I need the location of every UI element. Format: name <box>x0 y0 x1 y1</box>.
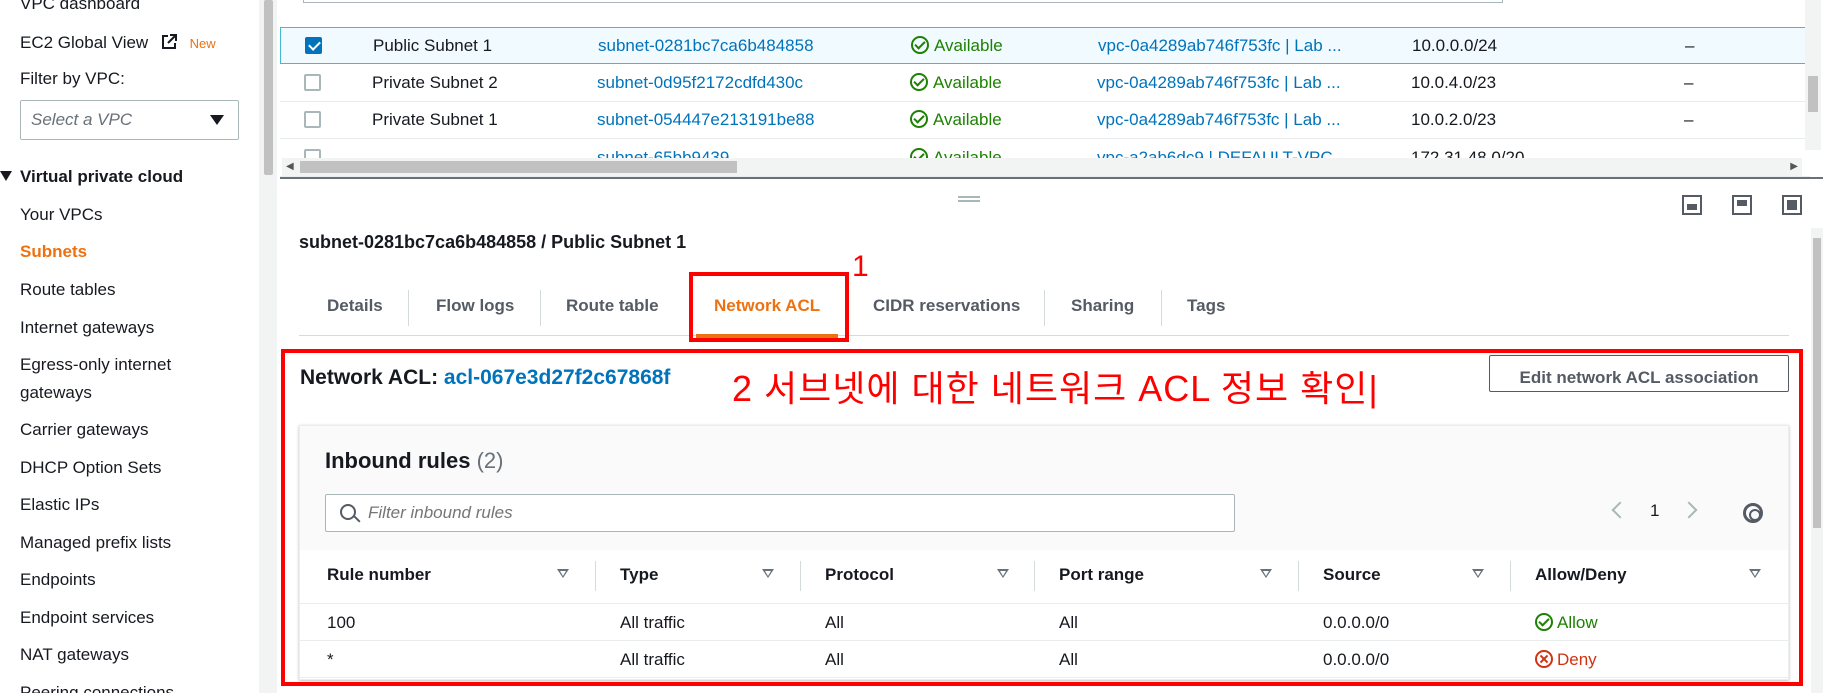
filter-by-vpc-label: Filter by VPC: <box>20 69 125 88</box>
vpc-link[interactable]: vpc-0a4289ab746f753fc | Lab ... <box>1097 73 1341 93</box>
vpc-link[interactable]: vpc-0a4289ab746f753fc | Lab ... <box>1098 36 1342 56</box>
sidebar: VPC dashboard EC2 Global View New Filter… <box>0 0 259 693</box>
ipv6-cidr: – <box>1684 73 1694 92</box>
state-label: Available <box>933 110 1002 129</box>
state-label: Available <box>934 36 1003 55</box>
check-circle-icon <box>910 110 928 128</box>
sidebar-item-egress-only-internet-gateways-line2[interactable]: gateways <box>20 383 92 403</box>
panel-full-icon[interactable] <box>1782 195 1802 215</box>
row-checkbox[interactable] <box>304 74 321 91</box>
sidebar-item-managed-prefix-lists[interactable]: Managed prefix lists <box>20 533 171 553</box>
sidebar-item-subnets[interactable]: Subnets <box>20 242 87 262</box>
sidebar-item-carrier-gateways[interactable]: Carrier gateways <box>20 420 149 440</box>
subnet-id-link[interactable]: subnet-0281bc7ca6b484858 <box>598 36 814 56</box>
table-vertical-scroll-thumb[interactable] <box>1808 76 1818 112</box>
tab-sharing[interactable]: Sharing <box>1071 280 1134 336</box>
table-row[interactable]: Private Subnet 2 subnet-0d95f2172cdfd430… <box>280 65 1810 102</box>
subnet-name: Private Subnet 1 <box>372 110 498 129</box>
sidebar-item-elastic-ips[interactable]: Elastic IPs <box>20 495 99 515</box>
tab-separator <box>408 290 409 326</box>
sidebar-scroll-thumb[interactable] <box>264 0 273 175</box>
sidebar-item-internet-gateways[interactable]: Internet gateways <box>20 318 154 338</box>
panel-bottom-fill <box>1687 204 1697 210</box>
scroll-right-icon[interactable]: ▶ <box>1790 161 1798 172</box>
state-label: Available <box>933 73 1002 92</box>
caret-down-icon <box>210 115 224 125</box>
tab-flow-logs[interactable]: Flow logs <box>436 280 514 336</box>
tab-separator <box>1161 290 1162 326</box>
row-checkbox[interactable] <box>304 111 321 128</box>
section-virtual-private-cloud[interactable]: Virtual private cloud <box>0 167 183 187</box>
tab-cidr-reservations[interactable]: CIDR reservations <box>873 280 1020 336</box>
sidebar-item-label: EC2 Global View <box>20 33 149 52</box>
table-horizontal-scrollbar[interactable]: ◀ ▶ <box>282 158 1802 176</box>
detail-scrollbar[interactable] <box>1811 228 1823 693</box>
tab-details[interactable]: Details <box>327 280 383 336</box>
new-badge: New <box>189 36 216 51</box>
table-row[interactable]: Public Subnet 1 subnet-0281bc7ca6b484858… <box>280 27 1810 64</box>
panel-side-icon[interactable] <box>1732 195 1752 215</box>
vpc-select[interactable]: Select a VPC <box>20 100 239 140</box>
detail-scroll-thumb[interactable] <box>1813 238 1821 528</box>
tab-separator <box>540 290 541 326</box>
sidebar-item-peering-connections[interactable]: Peering connections <box>20 683 174 693</box>
sidebar-item-ec2-global-view[interactable]: EC2 Global View New <box>20 33 216 53</box>
tab-route-table[interactable]: Route table <box>566 280 659 336</box>
vpc-select-placeholder: Select a VPC <box>31 110 133 129</box>
table-top-border <box>303 0 1503 3</box>
check-circle-icon <box>910 73 928 91</box>
sidebar-scrollbar[interactable] <box>259 0 277 693</box>
subnet-name: Public Subnet 1 <box>373 36 493 55</box>
table-horizontal-scroll-thumb[interactable] <box>300 161 737 173</box>
ipv4-cidr: 10.0.4.0/23 <box>1411 73 1497 92</box>
vpc-console: VPC dashboard EC2 Global View New Filter… <box>0 0 1823 693</box>
panel-full-fill <box>1787 200 1797 210</box>
sidebar-item-dhcp-option-sets[interactable]: DHCP Option Sets <box>20 458 161 478</box>
sidebar-item-route-tables[interactable]: Route tables <box>20 280 115 300</box>
ipv6-cidr: – <box>1684 110 1694 129</box>
sidebar-item-endpoint-services[interactable]: Endpoint services <box>20 608 154 628</box>
annotation-number-1: 1 <box>852 250 869 283</box>
subnet-state: Available <box>910 110 1002 130</box>
panel-bottom-icon[interactable] <box>1682 195 1702 215</box>
panel-side-fill <box>1737 200 1747 206</box>
subnet-name: Private Subnet 2 <box>372 73 498 92</box>
table-row[interactable]: Private Subnet 1 subnet-054447e213191be8… <box>280 102 1810 139</box>
subnet-id-link[interactable]: subnet-054447e213191be88 <box>597 110 814 130</box>
split-divider <box>280 177 1823 179</box>
ipv6-cidr: – <box>1685 36 1695 55</box>
section-label: Virtual private cloud <box>20 167 184 186</box>
detail-tabs: Details Flow logs Route table Network AC… <box>299 280 1789 338</box>
tab-tags[interactable]: Tags <box>1187 280 1225 336</box>
sidebar-item-vpc-dashboard[interactable]: VPC dashboard <box>20 0 140 14</box>
detail-title: subnet-0281bc7ca6b484858 / Public Subnet… <box>299 232 687 252</box>
tab-separator <box>1044 290 1045 326</box>
caret-down-icon <box>0 171 12 181</box>
row-checkbox[interactable] <box>305 37 322 54</box>
check-circle-icon <box>911 36 929 54</box>
ipv4-cidr: 10.0.2.0/23 <box>1411 110 1497 129</box>
subnet-state: Available <box>910 73 1002 93</box>
sidebar-item-label: VPC dashboard <box>20 0 141 13</box>
sidebar-item-endpoints[interactable]: Endpoints <box>20 570 96 590</box>
sidebar-item-nat-gateways[interactable]: NAT gateways <box>20 645 129 665</box>
subnets-table: Public Subnet 1 subnet-0281bc7ca6b484858… <box>280 0 1823 178</box>
subnet-id-link[interactable]: subnet-0d95f2172cdfd430c <box>597 73 803 93</box>
external-link-icon <box>161 34 177 49</box>
table-vertical-scrollbar[interactable] <box>1805 0 1821 150</box>
ipv4-cidr: 10.0.0.0/24 <box>1412 36 1498 55</box>
vpc-link[interactable]: vpc-0a4289ab746f753fc | Lab ... <box>1097 110 1341 130</box>
annotation-text-2: 2 서브넷에 대한 네트워크 ACL 정보 확인| <box>732 368 1379 409</box>
sidebar-item-egress-only-internet-gateways[interactable]: Egress-only internet <box>20 355 171 375</box>
drag-handle-icon[interactable] <box>958 196 980 202</box>
annotation-box-1 <box>689 272 849 342</box>
subnet-state: Available <box>911 36 1003 56</box>
sidebar-item-your-vpcs[interactable]: Your VPCs <box>20 205 103 225</box>
scroll-left-icon[interactable]: ◀ <box>286 161 294 172</box>
